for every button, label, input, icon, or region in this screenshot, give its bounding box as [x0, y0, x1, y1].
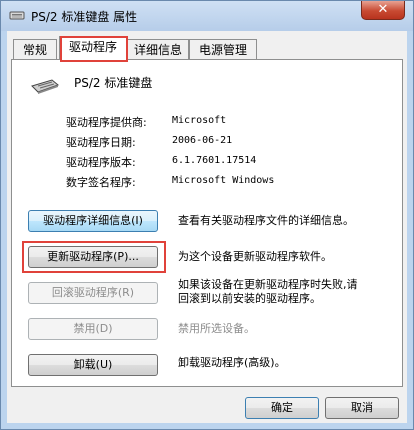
update-driver-button[interactable]: 更新驱动程序(P)... [28, 246, 158, 268]
keyboard-icon [31, 79, 59, 94]
driver-provider-label: 驱动程序提供商: [66, 116, 147, 129]
keyboard-icon [9, 11, 25, 20]
driver-date-value: 2006-06-21 [172, 135, 233, 146]
driver-tab-panel: PS/2 标准键盘 驱动程序提供商: Microsoft 驱动程序日期: 200… [11, 59, 403, 387]
tab-general[interactable]: 常规 [13, 39, 57, 59]
dialog-client-area: 常规 驱动程序 详细信息 电源管理 PS/2 标准键盘 驱动程序提供商: Mic… [7, 31, 407, 423]
digital-signer-value: Microsoft Windows [172, 175, 275, 186]
driver-date-label: 驱动程序日期: [66, 136, 136, 149]
uninstall-driver-description: 卸载驱动程序(高级)。 [178, 356, 286, 369]
close-button[interactable]: ✕ [361, 1, 405, 20]
tab-details[interactable]: 详细信息 [127, 39, 189, 59]
cancel-button[interactable]: 取消 [325, 397, 399, 419]
driver-details-button[interactable]: 驱动程序详细信息(I) [28, 210, 158, 232]
close-icon: ✕ [377, 2, 389, 17]
disable-device-button[interactable]: 禁用(D) [28, 318, 158, 340]
window-title: PS/2 标准键盘 属性 [31, 10, 138, 24]
rollback-driver-description-line1: 如果该设备在更新驱动程序时失败,请 [178, 278, 358, 291]
ok-button[interactable]: 确定 [245, 397, 319, 419]
tab-driver[interactable]: 驱动程序 [59, 36, 127, 60]
driver-provider-value: Microsoft [172, 115, 227, 126]
title-bar[interactable]: PS/2 标准键盘 属性 ✕ [1, 1, 413, 31]
rollback-driver-button[interactable]: 回滚驱动程序(R) [28, 282, 158, 304]
disable-device-description: 禁用所选设备。 [178, 322, 255, 335]
tab-power-management[interactable]: 电源管理 [189, 39, 257, 59]
driver-details-description: 查看有关驱动程序文件的详细信息。 [178, 214, 354, 227]
properties-dialog: PS/2 标准键盘 属性 ✕ 常规 驱动程序 详细信息 电源管理 PS/2 标准… [0, 0, 414, 430]
driver-version-value: 6.1.7601.17514 [172, 155, 257, 166]
device-name: PS/2 标准键盘 [74, 76, 153, 90]
driver-version-label: 驱动程序版本: [66, 156, 136, 169]
uninstall-driver-button[interactable]: 卸载(U) [28, 354, 158, 376]
rollback-driver-description-line2: 回滚到以前安装的驱动程序。 [178, 292, 321, 305]
digital-signer-label: 数字签名程序: [66, 176, 136, 189]
update-driver-description: 为这个设备更新驱动程序软件。 [178, 250, 332, 263]
